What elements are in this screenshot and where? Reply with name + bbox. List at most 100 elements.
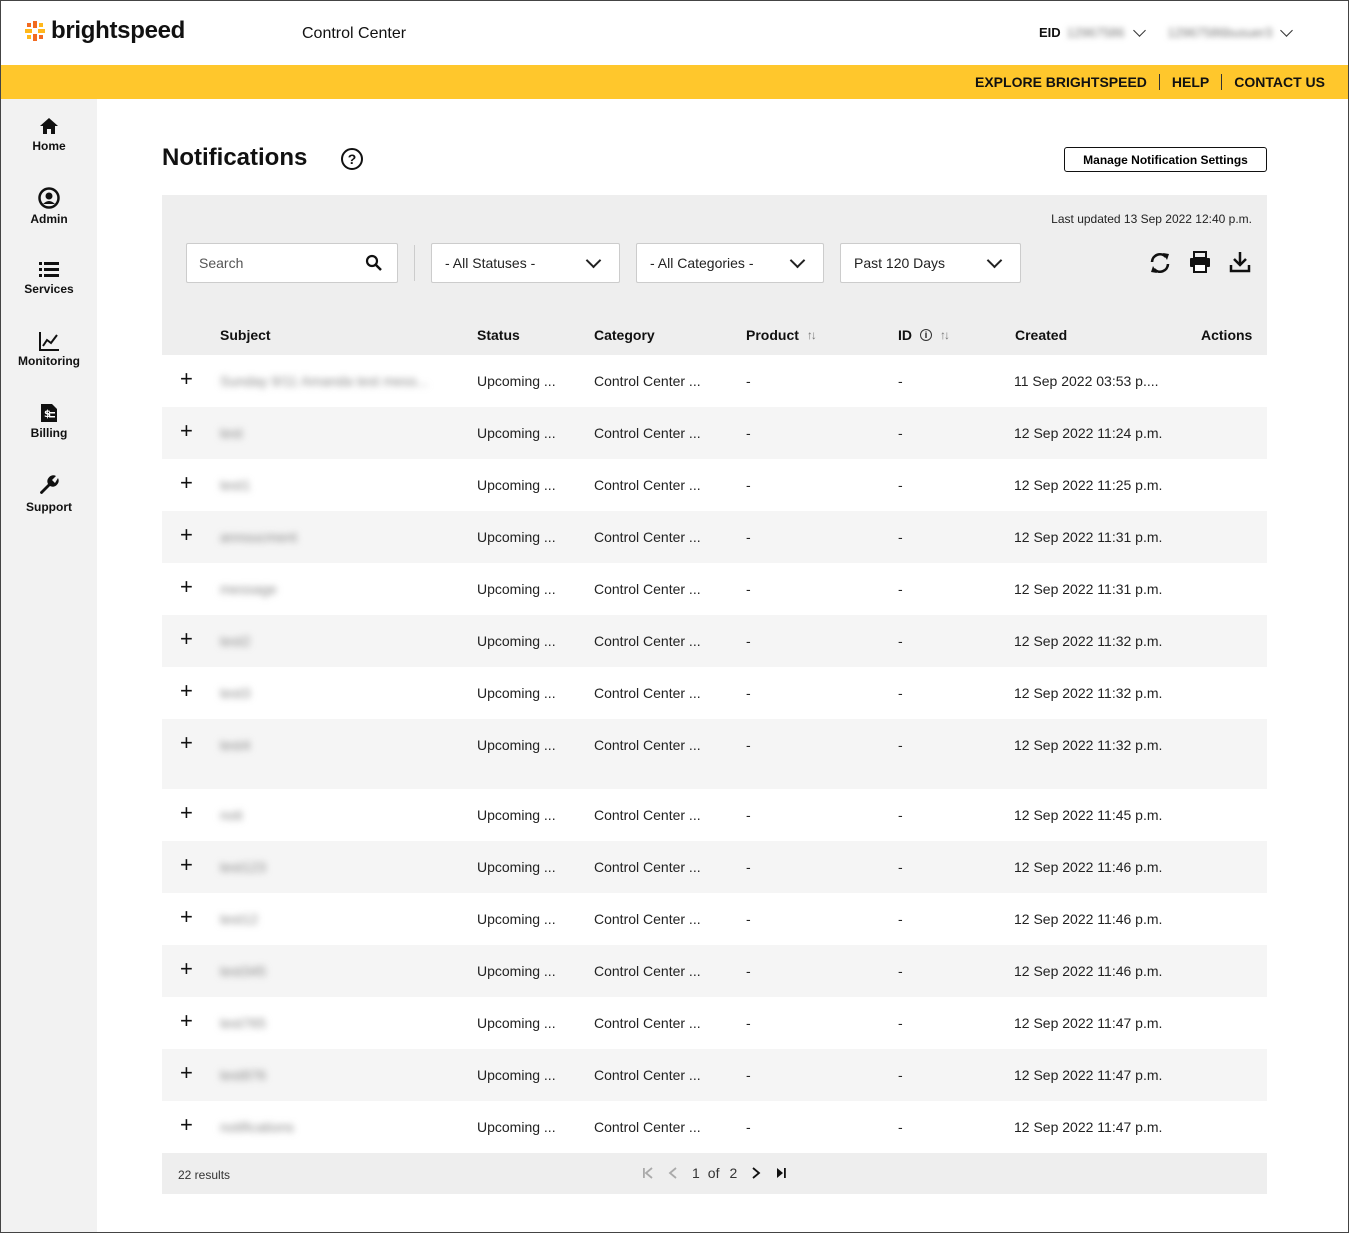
expand-row-icon[interactable]: + bbox=[180, 368, 193, 390]
sidebar-item-label: Services bbox=[24, 282, 74, 296]
sidebar-item-monitoring[interactable]: Monitoring bbox=[1, 331, 97, 368]
search-icon[interactable] bbox=[365, 254, 383, 272]
cell-created: 12 Sep 2022 11:32 p.m. bbox=[1014, 633, 1163, 649]
cell-category: Control Center ... bbox=[594, 1015, 701, 1031]
cell-category: Control Center ... bbox=[594, 859, 701, 875]
cell-subject: noti bbox=[220, 807, 243, 823]
column-created[interactable]: Created bbox=[1015, 327, 1067, 343]
cell-category: Control Center ... bbox=[594, 477, 701, 493]
column-id[interactable]: ID i ↑↓ bbox=[898, 327, 950, 343]
sort-icon[interactable]: ↑↓ bbox=[807, 328, 817, 342]
table-row[interactable]: + test123 Upcoming ... Control Center ... - -… bbox=[162, 841, 1267, 893]
cell-subject: test bbox=[220, 425, 243, 441]
download-icon[interactable] bbox=[1229, 251, 1251, 273]
cell-status: Upcoming ... bbox=[477, 1015, 556, 1031]
print-icon[interactable] bbox=[1189, 251, 1211, 273]
column-subject[interactable]: Subject bbox=[220, 327, 271, 343]
manage-notification-settings-button[interactable]: Manage Notification Settings bbox=[1064, 147, 1267, 172]
sidebar-item-admin[interactable]: Admin bbox=[1, 187, 97, 226]
sidebar-item-home[interactable]: Home bbox=[1, 116, 97, 153]
last-page-icon[interactable] bbox=[775, 1167, 787, 1179]
expand-row-icon[interactable]: + bbox=[180, 802, 193, 824]
cell-category: Control Center ... bbox=[594, 373, 701, 389]
results-count: 22 results bbox=[178, 1168, 231, 1182]
table-row[interactable]: + test876 Upcoming ... Control Center ... - -… bbox=[162, 1049, 1267, 1101]
column-category[interactable]: Category bbox=[594, 327, 655, 343]
cell-created: 12 Sep 2022 11:45 p.m. bbox=[1014, 807, 1163, 823]
table-row[interactable]: + Sunday 9/11 Amanda test mess... Upcoming… bbox=[162, 355, 1267, 407]
home-icon bbox=[40, 118, 58, 134]
sidebar-item-support[interactable]: Support bbox=[1, 475, 97, 514]
current-page[interactable]: 1 bbox=[692, 1165, 700, 1181]
search-input[interactable] bbox=[187, 244, 357, 282]
expand-row-icon[interactable]: + bbox=[180, 420, 193, 442]
category-filter-select[interactable]: - All Categories - bbox=[636, 243, 824, 283]
info-icon[interactable]: i bbox=[920, 329, 932, 341]
brand-logo[interactable]: brightspeed bbox=[25, 17, 185, 45]
table-row[interactable]: + test345 Upcoming ... Control Center ... - -… bbox=[162, 945, 1267, 997]
date-range-value: Past 120 Days bbox=[854, 255, 946, 271]
cell-category: Control Center ... bbox=[594, 963, 701, 979]
status-filter-select[interactable]: - All Statuses - bbox=[431, 243, 620, 283]
sidebar-item-billing[interactable]: $ Billing bbox=[1, 403, 97, 440]
cell-id: - bbox=[898, 477, 903, 493]
table-header: Subject Status Category Product ↑↓ ID i ↑↓ … bbox=[162, 315, 1267, 355]
table-row[interactable]: + test1 Upcoming ... Control Center ... - - 12… bbox=[162, 459, 1267, 511]
table-row[interactable]: + notifications Upcoming ... Control Center… bbox=[162, 1101, 1267, 1153]
expand-row-icon[interactable]: + bbox=[180, 1114, 193, 1136]
status-filter-value: - All Statuses - bbox=[445, 255, 536, 271]
expand-row-icon[interactable]: + bbox=[180, 854, 193, 876]
expand-row-icon[interactable]: + bbox=[180, 906, 193, 928]
chart-icon bbox=[39, 332, 59, 351]
table-row[interactable]: + noti Upcoming ... Control Center ... - - 12 … bbox=[162, 789, 1267, 841]
link-contact[interactable]: CONTACT US bbox=[1222, 74, 1325, 90]
cell-status: Upcoming ... bbox=[477, 807, 556, 823]
sidebar-item-label: Home bbox=[32, 139, 66, 153]
cell-created: 12 Sep 2022 11:46 p.m. bbox=[1014, 963, 1163, 979]
expand-row-icon[interactable]: + bbox=[180, 1010, 193, 1032]
expand-row-icon[interactable]: + bbox=[180, 1062, 193, 1084]
next-page-icon[interactable] bbox=[751, 1167, 761, 1179]
table-row[interactable]: + test2 Upcoming ... Control Center ... - - 12… bbox=[162, 615, 1267, 667]
cell-status: Upcoming ... bbox=[477, 581, 556, 597]
date-range-select[interactable]: Past 120 Days bbox=[840, 243, 1021, 283]
sidebar-item-services[interactable]: Services bbox=[1, 259, 97, 296]
cell-subject: test12 bbox=[220, 911, 259, 927]
expand-row-icon[interactable]: + bbox=[180, 958, 193, 980]
expand-row-icon[interactable]: + bbox=[180, 576, 193, 598]
help-circle-icon[interactable]: ? bbox=[341, 148, 363, 170]
column-status[interactable]: Status bbox=[477, 327, 520, 343]
search-field[interactable] bbox=[186, 243, 398, 283]
table-row[interactable]: + test12 Upcoming ... Control Center ... - - 1… bbox=[162, 893, 1267, 945]
table-row[interactable]: + message Upcoming ... Control Center ... - -… bbox=[162, 563, 1267, 615]
refresh-icon[interactable] bbox=[1148, 251, 1172, 275]
first-page-icon[interactable] bbox=[642, 1167, 654, 1179]
table-row[interactable]: + test3 Upcoming ... Control Center ... - - 12… bbox=[162, 667, 1267, 719]
cell-status: Upcoming ... bbox=[477, 685, 556, 701]
expand-row-icon[interactable]: + bbox=[180, 628, 193, 650]
prev-page-icon[interactable] bbox=[668, 1167, 678, 1179]
expand-row-icon[interactable]: + bbox=[180, 680, 193, 702]
expand-row-icon[interactable]: + bbox=[180, 524, 193, 546]
table-row[interactable]: + test Upcoming ... Control Center ... - - 12 … bbox=[162, 407, 1267, 459]
table-row[interactable]: + test4 Upcoming ... Control Center ... - - 12… bbox=[162, 719, 1267, 771]
cell-id: - bbox=[898, 807, 903, 823]
expand-row-icon[interactable]: + bbox=[180, 732, 193, 754]
chevron-down-icon bbox=[1280, 23, 1294, 37]
eid-value: 12967586 bbox=[1066, 25, 1125, 40]
sort-icon[interactable]: ↑↓ bbox=[940, 328, 950, 342]
cell-subject: test123 bbox=[220, 859, 266, 875]
table-row[interactable]: + test765 Upcoming ... Control Center ... - -… bbox=[162, 997, 1267, 1049]
user-name[interactable]: 12967586busuer3 bbox=[1168, 25, 1273, 40]
cell-status: Upcoming ... bbox=[477, 373, 556, 389]
link-help[interactable]: HELP bbox=[1160, 74, 1223, 90]
table-row[interactable]: + annoucment Upcoming ... Control Center ..… bbox=[162, 511, 1267, 563]
cell-id: - bbox=[898, 529, 903, 545]
link-explore[interactable]: EXPLORE BRIGHTSPEED bbox=[963, 74, 1160, 90]
sidebar-item-label: Support bbox=[26, 500, 72, 514]
cell-category: Control Center ... bbox=[594, 807, 701, 823]
account-selector[interactable]: EID 12967586 12967586busuer3 bbox=[1039, 23, 1294, 40]
column-product[interactable]: Product ↑↓ bbox=[746, 327, 817, 343]
divider bbox=[414, 245, 415, 281]
expand-row-icon[interactable]: + bbox=[180, 472, 193, 494]
